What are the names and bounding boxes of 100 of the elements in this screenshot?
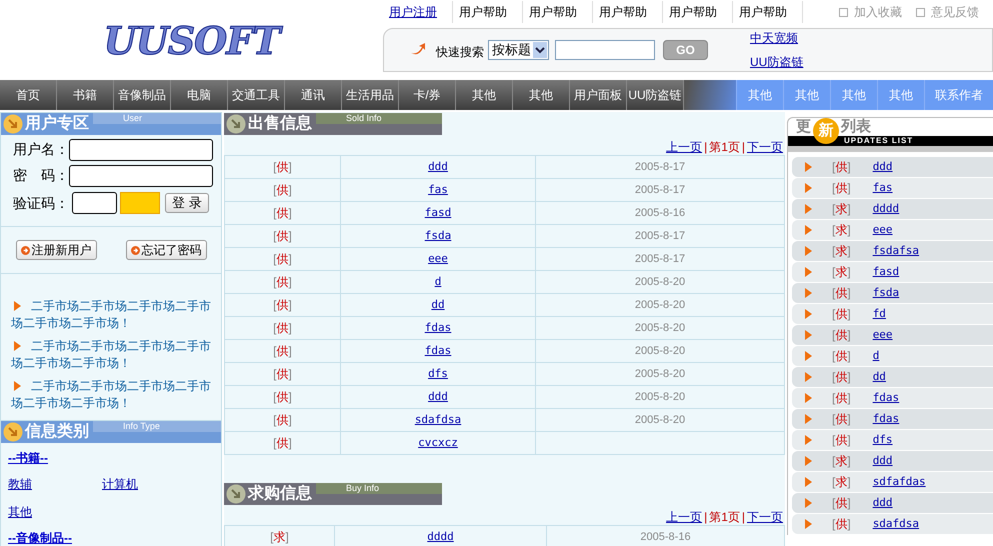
item-link[interactable]: d xyxy=(872,348,880,364)
item-link[interactable]: sdafdsa xyxy=(872,516,920,532)
next-page-link[interactable]: 下一页 xyxy=(747,138,783,156)
type-tag: [供] xyxy=(273,158,292,176)
type-tag: [供] xyxy=(832,431,851,449)
type-tag: [供] xyxy=(273,388,292,406)
type-tag: [供] xyxy=(273,181,292,199)
item-link[interactable]: d xyxy=(434,274,442,290)
type-tag: [供] xyxy=(273,365,292,383)
item-link[interactable]: fd xyxy=(872,306,886,322)
item-link[interactable]: eee xyxy=(428,250,448,268)
type-tag: [供] xyxy=(832,284,851,302)
item-link[interactable]: dd xyxy=(872,368,886,386)
arrow-icon xyxy=(804,204,812,214)
account-button[interactable]: 注册新用户 xyxy=(16,240,96,260)
nav-item[interactable]: 其他 xyxy=(513,80,570,110)
notice-link[interactable]: 二手市场二手市场二手市场二手市场二手市场二手市场！ xyxy=(11,378,211,412)
item-link[interactable]: fsda xyxy=(872,284,900,302)
item-link[interactable]: fasd xyxy=(872,264,900,280)
type-tag: [求] xyxy=(832,221,851,239)
arrow-icon xyxy=(804,414,812,424)
arrow-icon xyxy=(804,183,812,193)
login-button[interactable]: 登 录 xyxy=(165,193,209,213)
date-text: 2005-8-16 xyxy=(640,530,691,545)
date-text: 2005-8-20 xyxy=(634,390,686,405)
arrow-icon xyxy=(20,246,30,254)
item-link[interactable]: sdfafdas xyxy=(872,474,926,490)
top-link[interactable]: 用户帮助 xyxy=(739,3,787,21)
prev-page-link[interactable]: 上一页 xyxy=(666,138,702,156)
category-link[interactable]: 计算机 xyxy=(102,475,138,493)
item-link[interactable]: dd xyxy=(431,296,445,314)
item-link[interactable]: fas xyxy=(872,180,893,196)
type-tag: [供] xyxy=(273,434,292,452)
item-link[interactable]: ddd xyxy=(872,158,893,176)
partner-link[interactable]: UU防盗链 xyxy=(750,53,804,71)
notice-link[interactable]: 二手市场二手市场二手市场二手市场二手市场二手市场！ xyxy=(11,338,211,372)
arrow-icon xyxy=(13,301,21,311)
date-text: 2005-8-16 xyxy=(634,206,686,221)
category-link[interactable]: 其他 xyxy=(8,503,32,521)
item-link[interactable]: fsdafsa xyxy=(872,242,920,260)
partner-link[interactable]: 中天宽频 xyxy=(750,29,804,47)
type-tag: [求] xyxy=(832,200,851,218)
password-field[interactable] xyxy=(69,164,213,186)
nav-item[interactable]: 其他 xyxy=(456,80,513,110)
item-link[interactable]: fdas xyxy=(872,390,900,406)
search-field[interactable] xyxy=(555,40,655,60)
search-type-select[interactable]: 按标题 xyxy=(488,40,549,60)
item-link[interactable]: ddd xyxy=(872,452,893,470)
type-tag: [供] xyxy=(832,389,851,407)
prev-page-link[interactable]: 上一页 xyxy=(666,508,702,526)
item-link[interactable]: eee xyxy=(872,326,893,344)
notice-link[interactable]: 二手市场二手市场二手市场二手市场二手市场二手市场！ xyxy=(11,298,211,332)
item-link[interactable]: fdas xyxy=(872,410,900,428)
type-tag: [供] xyxy=(273,411,292,429)
section-title: 信息类别 xyxy=(25,422,89,442)
current-page: 第1页 xyxy=(709,509,740,526)
item-link[interactable]: ddd xyxy=(872,494,893,512)
nav-item[interactable]: 音像制品 xyxy=(114,80,171,110)
top-link[interactable]: 用户帮助 xyxy=(459,3,507,21)
updates-title: 列表 xyxy=(841,118,871,136)
nav-item[interactable]: 生活用品 xyxy=(342,80,399,110)
username-field[interactable] xyxy=(69,138,213,160)
type-tag: [供] xyxy=(832,179,851,197)
item-link[interactable]: sdafdsa xyxy=(414,412,462,428)
top-link[interactable]: 用户帮助 xyxy=(669,3,717,21)
type-tag: [供] xyxy=(832,158,851,176)
item-link[interactable]: fasd xyxy=(424,204,452,222)
nav-item[interactable]: 用户面板 xyxy=(570,80,627,110)
arrow-icon xyxy=(804,435,812,445)
category-heading[interactable]: --音像制品-- xyxy=(8,529,72,546)
type-tag: [供] xyxy=(273,273,292,291)
nav-item[interactable]: 书籍 xyxy=(57,80,114,110)
item-link[interactable]: dddd xyxy=(872,200,900,218)
item-link[interactable]: eee xyxy=(872,222,893,238)
item-link[interactable]: ddd xyxy=(428,388,448,406)
type-tag: [求] xyxy=(832,473,851,491)
captcha-field[interactable] xyxy=(72,192,118,214)
item-link[interactable]: ddd xyxy=(428,158,448,176)
top-link[interactable]: 用户帮助 xyxy=(599,3,647,21)
nav-item[interactable]: 交通工具 xyxy=(228,80,285,110)
account-button[interactable]: 忘记了密码 xyxy=(126,240,206,260)
nav-item[interactable]: 通讯 xyxy=(285,80,342,110)
item-link[interactable]: cvcxcz xyxy=(418,434,458,452)
nav-item[interactable]: 首页 xyxy=(0,80,57,110)
item-link[interactable]: fsda xyxy=(424,228,452,244)
item-link[interactable]: dfs xyxy=(428,366,448,382)
arrow-icon xyxy=(804,456,812,466)
item-link[interactable]: dddd xyxy=(427,528,454,546)
nav-item[interactable]: UU防盗链 xyxy=(627,80,684,110)
nav-item[interactable]: 卡/券 xyxy=(399,80,456,110)
next-page-link[interactable]: 下一页 xyxy=(747,508,783,526)
top-link[interactable]: 用户注册 xyxy=(389,3,437,21)
item-link[interactable]: dfs xyxy=(872,432,893,448)
category-link[interactable]: 教辅 xyxy=(8,475,32,493)
item-link[interactable]: fdas xyxy=(424,342,452,360)
top-link[interactable]: 用户帮助 xyxy=(529,3,577,21)
category-heading[interactable]: --书籍-- xyxy=(8,449,48,467)
item-link[interactable]: fdas xyxy=(424,320,452,336)
item-link[interactable]: fas xyxy=(428,182,448,198)
nav-item[interactable]: 电脑 xyxy=(171,80,228,110)
